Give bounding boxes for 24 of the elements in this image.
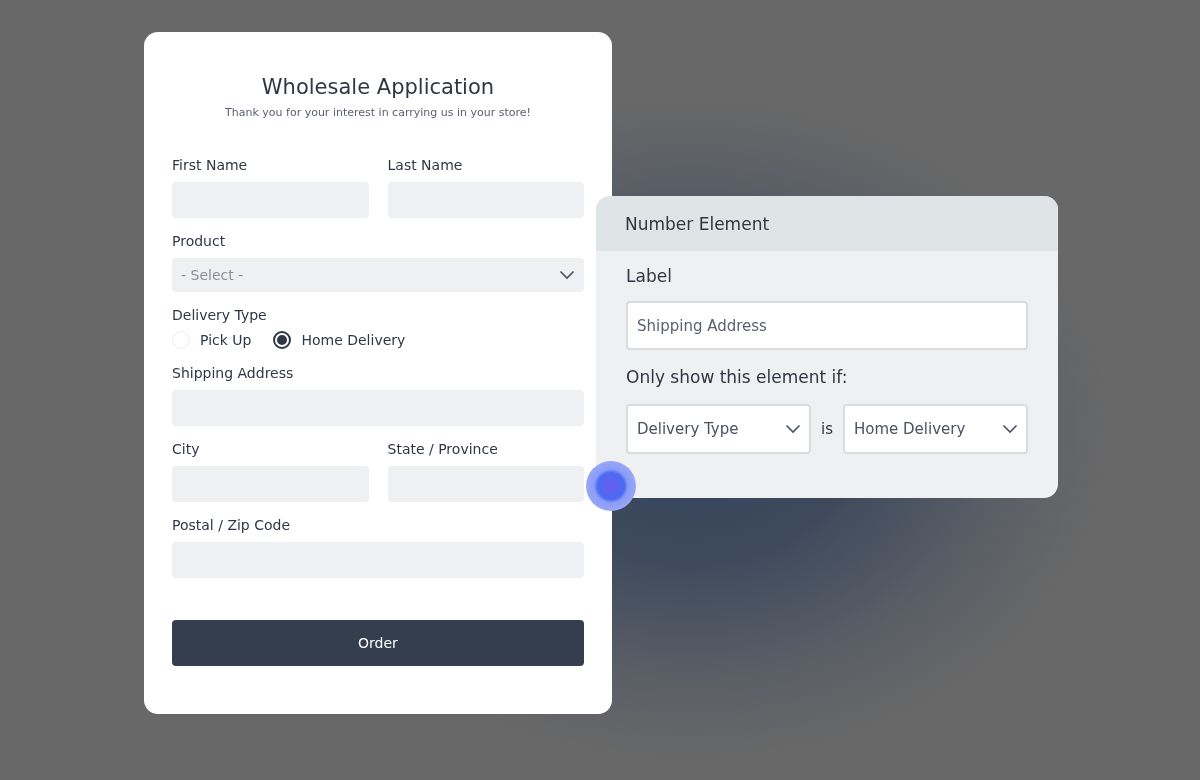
operator-text: is [821, 420, 833, 438]
field-dropdown[interactable]: Delivery Type [626, 404, 811, 454]
field-label: First Name [172, 156, 248, 174]
chevron-down-icon [559, 270, 575, 280]
radio-button[interactable] [273, 331, 292, 349]
form-title: Wholesale Application [260, 74, 496, 100]
label-input[interactable]: Shipping Address [626, 301, 1028, 350]
field-label: Product [172, 232, 226, 250]
field-label: Last Name [387, 156, 463, 174]
radio-label: Home Delivery [301, 332, 406, 348]
order-button[interactable]: Order [172, 620, 584, 666]
field-label: Shipping Address [172, 364, 294, 382]
field-label: State / Province [387, 440, 498, 458]
field-label: Postal / Zip Code [172, 516, 291, 534]
radio-label: Pick Up [200, 332, 252, 348]
form-subtitle: Thank you for your interest in carrying us in your store! [224, 106, 532, 120]
condition-heading: Only show this element if: [626, 366, 848, 388]
value-dropdown[interactable]: Home Delivery [843, 404, 1028, 454]
chevron-down-icon [785, 424, 801, 434]
field-label: City [172, 440, 200, 458]
panel-title: Number Element [625, 213, 770, 234]
label-heading: Label [626, 265, 672, 287]
chevron-down-icon [1002, 424, 1018, 434]
field-label: Delivery Type [172, 306, 267, 324]
